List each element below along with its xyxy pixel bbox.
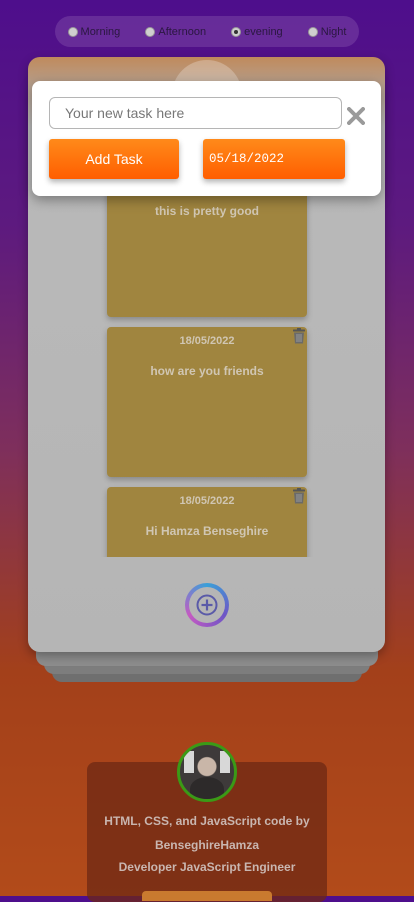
author-name: BenseghireHamza <box>154 838 260 852</box>
add-task-modal: Add Task 05/18/2022 <box>32 81 381 196</box>
time-option-morning[interactable]: Morning <box>67 25 121 38</box>
task-note: 18/05/2022 Hi Hamza Benseghire <box>107 487 307 557</box>
author-title: Developer JavaScript Engineer <box>118 860 296 874</box>
time-option-label: evening <box>244 25 283 38</box>
task-date: 18/05/2022 <box>179 495 235 507</box>
trash-icon[interactable] <box>292 488 306 504</box>
close-icon[interactable] <box>347 107 365 125</box>
avatar <box>177 742 237 802</box>
radio-icon[interactable] <box>307 26 318 37</box>
radio-checked-icon[interactable] <box>231 26 242 37</box>
open-add-task-button[interactable] <box>185 583 229 627</box>
time-option-label: Night <box>320 25 347 38</box>
time-option-label: Afternoon <box>158 25 207 38</box>
time-of-day-selector: Morning Afternoon evening Night <box>55 16 359 47</box>
radio-icon[interactable] <box>67 26 78 37</box>
new-task-input[interactable] <box>49 97 342 129</box>
add-task-button[interactable]: Add Task <box>49 139 179 179</box>
time-option-night[interactable]: Night <box>307 25 347 38</box>
task-note: 18/05/2022 how are you friends <box>107 327 307 477</box>
radio-icon[interactable] <box>145 26 156 37</box>
task-text: this is pretty good <box>154 204 259 218</box>
time-option-label: Morning <box>80 25 121 38</box>
task-text: how are you friends <box>150 364 264 378</box>
task-date: 18/05/2022 <box>179 335 235 347</box>
trash-icon[interactable] <box>292 328 306 344</box>
date-field[interactable]: 05/18/2022 <box>203 139 345 179</box>
time-option-afternoon[interactable]: Afternoon <box>145 26 206 38</box>
author-credit-line: HTML, CSS, and JavaScript code by <box>104 814 310 828</box>
task-list[interactable]: this is pretty good 18/05/2022 how are y… <box>32 150 380 557</box>
author-link-button[interactable] <box>142 891 272 901</box>
plus-icon <box>189 587 225 623</box>
task-text: Hi Hamza Benseghire <box>145 524 269 538</box>
time-option-evening[interactable]: evening <box>231 26 283 38</box>
